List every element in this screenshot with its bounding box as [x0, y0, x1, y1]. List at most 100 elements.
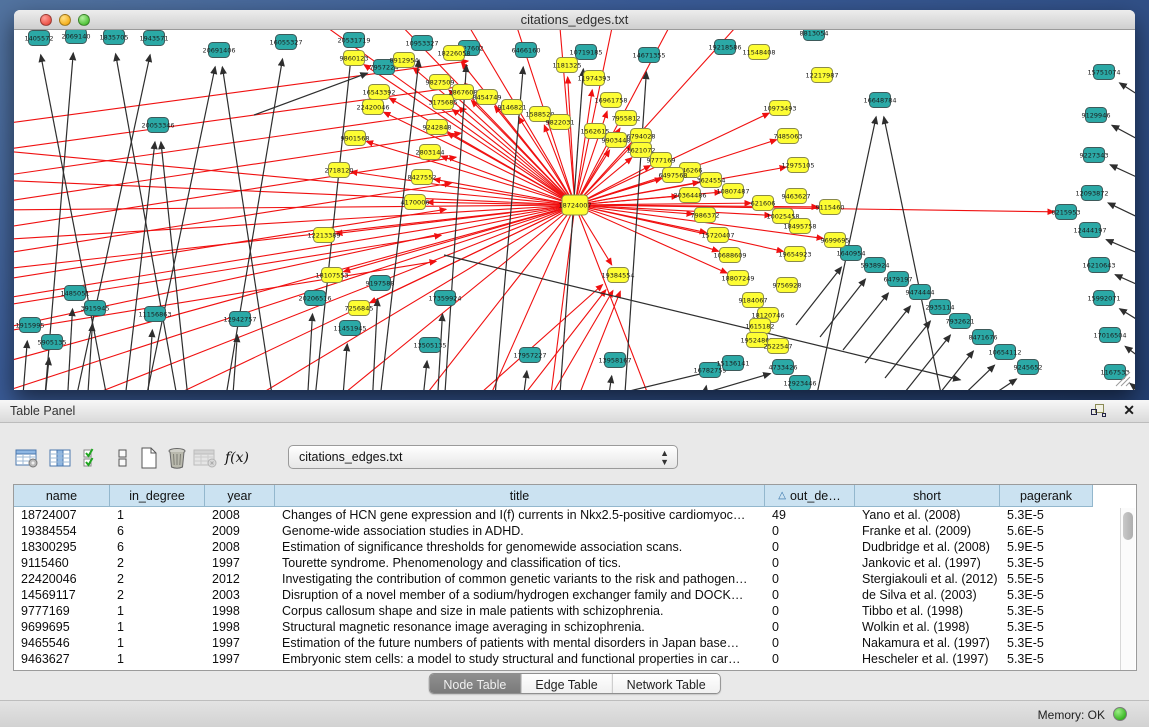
table-cell[interactable]: Tourette syndrome. Phenomenology and cla…: [275, 555, 765, 571]
table-cell[interactable]: 0: [765, 555, 855, 571]
tab-edge-table[interactable]: Edge Table: [521, 674, 612, 694]
table-scrollbar[interactable]: [1120, 508, 1135, 670]
table-cell[interactable]: 0: [765, 571, 855, 587]
table-row[interactable]: 977716911998Corpus callosum shape and si…: [14, 603, 1120, 619]
float-panel-icon[interactable]: [1091, 404, 1107, 418]
column-header-in_degree[interactable]: in_degree: [110, 485, 205, 507]
graph-edge[interactable]: [22, 341, 27, 390]
column-header-title[interactable]: title: [275, 485, 765, 507]
table-cell[interactable]: 9463627: [14, 651, 110, 667]
table-cell[interactable]: Wolkin et al. (1998): [855, 619, 1000, 635]
table-cell[interactable]: Jankovic et al. (1997): [855, 555, 1000, 571]
tab-node-table[interactable]: Node Table: [429, 674, 521, 694]
table-cell[interactable]: 0: [765, 539, 855, 555]
graph-edge[interactable]: [14, 205, 575, 240]
graph-edge[interactable]: [1130, 384, 1135, 390]
table-cell[interactable]: Stergiakouli et al. (2012): [855, 571, 1000, 587]
graph-edge[interactable]: [796, 267, 841, 325]
network-view-window[interactable]: citations_edges.txt 14055722069140183570…: [14, 10, 1135, 390]
table-cell[interactable]: 0: [765, 651, 855, 667]
table-cell[interactable]: 2009: [205, 523, 275, 539]
table-cell[interactable]: 5.3E-5: [1000, 635, 1093, 651]
table-settings-icon[interactable]: [14, 444, 40, 472]
graph-edge[interactable]: [344, 205, 575, 272]
table-cell[interactable]: 5.5E-5: [1000, 571, 1093, 587]
table-cell[interactable]: 22420046: [14, 571, 110, 587]
table-cell[interactable]: 6: [110, 539, 205, 555]
graph-edge[interactable]: [514, 290, 606, 390]
table-cell[interactable]: Structural magnetic resonance image aver…: [275, 619, 765, 635]
select-rows-icon[interactable]: [80, 444, 106, 472]
table-cell[interactable]: 2: [110, 571, 205, 587]
table-cell[interactable]: 18300295: [14, 539, 110, 555]
table-cell[interactable]: Corpus callosum shape and size in male p…: [275, 603, 765, 619]
table-cell[interactable]: 5.3E-5: [1000, 651, 1093, 667]
table-cell[interactable]: Dudbridge et al. (2008): [855, 539, 1000, 555]
graph-edge[interactable]: [607, 376, 612, 390]
table-cell[interactable]: 1997: [205, 555, 275, 571]
graph-edge[interactable]: [314, 57, 351, 390]
graph-edge[interactable]: [950, 365, 995, 390]
table-cell[interactable]: Embryonic stem cells: a model to study s…: [275, 651, 765, 667]
table-cell[interactable]: 9699695: [14, 619, 110, 635]
table-row[interactable]: 2242004622012Investigating the contribut…: [14, 571, 1120, 587]
graph-edge[interactable]: [1106, 240, 1135, 260]
table-cell[interactable]: 1998: [205, 619, 275, 635]
graph-edge[interactable]: [372, 299, 378, 390]
column-header-year[interactable]: year: [205, 485, 275, 507]
table-cell[interactable]: 2012: [205, 571, 275, 587]
graph-edge[interactable]: [928, 351, 973, 390]
column-header-name[interactable]: name: [14, 485, 110, 507]
function-builder-icon[interactable]: f(x): [224, 444, 250, 472]
table-cell[interactable]: 1998: [205, 603, 275, 619]
graph-edge[interactable]: [1120, 83, 1135, 105]
table-cell[interactable]: 2008: [205, 539, 275, 555]
table-cell[interactable]: 1: [110, 507, 205, 523]
table-cell[interactable]: Genome-wide association studies in ADHD.: [275, 523, 765, 539]
table-cell[interactable]: 5.3E-5: [1000, 619, 1093, 635]
table-cell[interactable]: 6: [110, 523, 205, 539]
table-cell[interactable]: Tibbo et al. (1998): [855, 603, 1000, 619]
graph-edge[interactable]: [494, 67, 523, 390]
graph-edge[interactable]: [144, 205, 575, 390]
table-cell[interactable]: 0: [765, 635, 855, 651]
table-cell[interactable]: 5.3E-5: [1000, 507, 1093, 523]
graph-edge[interactable]: [14, 205, 575, 300]
graph-edge[interactable]: [1115, 275, 1135, 292]
row-height-icon[interactable]: [110, 444, 136, 472]
table-cell[interactable]: 2: [110, 555, 205, 571]
table-cell[interactable]: 9777169: [14, 603, 110, 619]
scrollbar-thumb[interactable]: [1123, 512, 1133, 540]
window-titlebar[interactable]: citations_edges.txt: [14, 10, 1135, 30]
table-selector-dropdown[interactable]: citations_edges.txt ▲▼: [288, 445, 678, 469]
table-cell[interactable]: 9115460: [14, 555, 110, 571]
table-cell[interactable]: 1: [110, 651, 205, 667]
table-cell[interactable]: de Silva et al. (2003): [855, 587, 1000, 603]
table-cell[interactable]: 1997: [205, 651, 275, 667]
column-header-pagerank[interactable]: pagerank: [1000, 485, 1093, 507]
graph-edge[interactable]: [1110, 165, 1135, 185]
table-cell[interactable]: 5.9E-5: [1000, 539, 1093, 555]
table-cell[interactable]: 5.3E-5: [1000, 555, 1093, 571]
table-cell[interactable]: 19384554: [14, 523, 110, 539]
graph-edge[interactable]: [342, 344, 347, 390]
table-cell[interactable]: 5.3E-5: [1000, 587, 1093, 603]
graph-edge[interactable]: [522, 371, 527, 390]
graph-edge[interactable]: [820, 279, 865, 337]
table-cell[interactable]: 0: [765, 523, 855, 539]
table-cell[interactable]: 18724007: [14, 507, 110, 523]
graph-edge[interactable]: [1125, 346, 1135, 368]
table-cell[interactable]: 1997: [205, 635, 275, 651]
graph-edge[interactable]: [1112, 125, 1135, 148]
table-cell[interactable]: Disruption of a novel member of a sodium…: [275, 587, 765, 603]
network-canvas[interactable]: 1405572206914018357051943571206914061605…: [14, 30, 1135, 390]
table-cell[interactable]: 2003: [205, 587, 275, 603]
select-columns-icon[interactable]: [48, 444, 74, 472]
graph-edge[interactable]: [905, 335, 950, 390]
table-cell[interactable]: 5.6E-5: [1000, 523, 1093, 539]
graph-edge[interactable]: [1108, 203, 1135, 225]
graph-edge[interactable]: [14, 61, 468, 125]
graph-edge[interactable]: [574, 291, 620, 390]
graph-edge[interactable]: [422, 361, 427, 390]
table-row[interactable]: 1938455462009Genome-wide association stu…: [14, 523, 1120, 539]
